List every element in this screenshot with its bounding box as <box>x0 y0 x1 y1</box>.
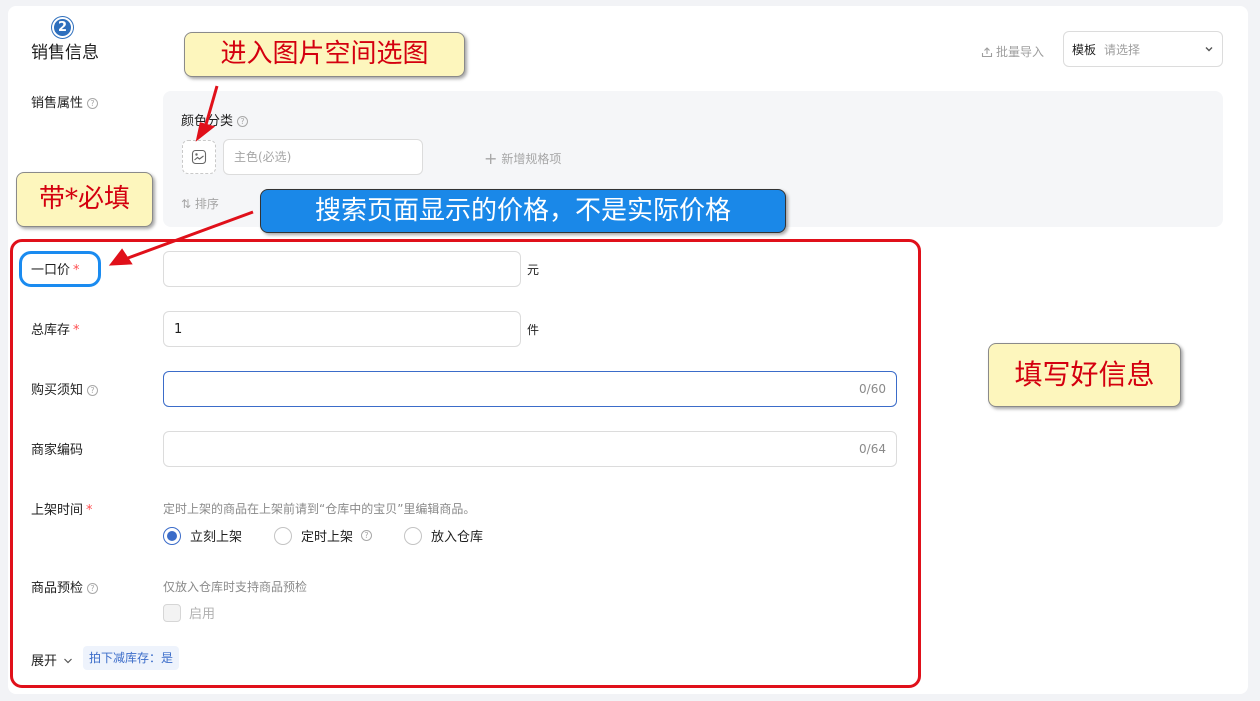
annotation-price-note: 搜索页面显示的价格，不是实际价格 <box>260 189 786 233</box>
annotation-required-note: 带*必填 <box>16 172 153 227</box>
annotation-enter-image-space: 进入图片空间选图 <box>184 32 465 77</box>
arrow-head <box>108 248 133 266</box>
annotation-fill-info: 填写好信息 <box>988 343 1181 407</box>
arrow-head <box>195 122 216 142</box>
arrow-to-image-picker <box>203 85 219 129</box>
